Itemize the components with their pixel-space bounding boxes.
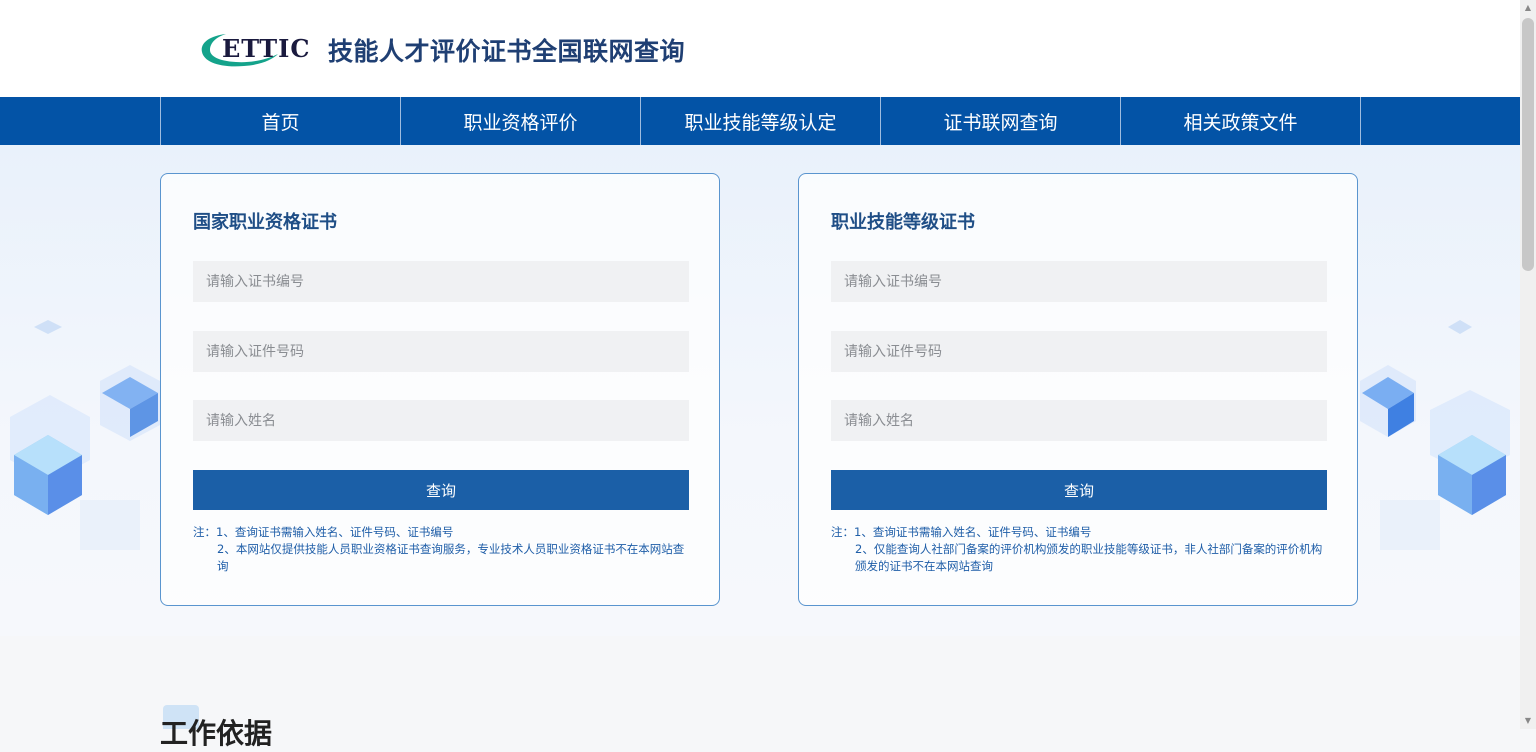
card-title: 职业技能等级证书 (831, 212, 975, 233)
id-number-input[interactable] (193, 331, 689, 372)
site-title: 技能人才评价证书全国联网查询 (328, 37, 686, 66)
query-button[interactable]: 查询 (831, 470, 1327, 510)
skill-level-card: 职业技能等级证书 查询 注：1、查询证书需输入姓名、证件号码、证书编号 2、仅能… (798, 173, 1358, 606)
certificate-number-input[interactable] (193, 261, 689, 302)
decorative-cubes-right (1360, 320, 1510, 550)
scrollbar-thumb[interactable] (1522, 18, 1534, 271)
notes: 注：1、查询证书需输入姓名、证件号码、证书编号 2、本网站仅提供技能人员职业资格… (193, 524, 693, 575)
note-2: 2、仅能查询人社部门备案的评价机构颁发的职业技能等级证书，非人社部门备案的评价机… (855, 542, 1323, 573)
logo-text: ETTIC (222, 34, 311, 63)
site-header: ETTIC 技能人才评价证书全国联网查询 (0, 0, 1520, 97)
certificate-number-input[interactable] (831, 261, 1327, 302)
nav-item-policy-documents[interactable]: 相关政策文件 (1121, 97, 1361, 145)
scroll-down-icon[interactable]: ▼ (1523, 716, 1533, 726)
card-title: 国家职业资格证书 (193, 212, 337, 233)
query-section: 国家职业资格证书 查询 注：1、查询证书需输入姓名、证件号码、证书编号 2、本网… (0, 145, 1520, 636)
id-number-input[interactable] (831, 331, 1327, 372)
section-title: 工作依据 (160, 717, 273, 750)
notes: 注：1、查询证书需输入姓名、证件号码、证书编号 2、仅能查询人社部门备案的评价机… (831, 524, 1331, 575)
site-logo[interactable]: ETTIC 技能人才评价证书全国联网查询 (200, 30, 685, 70)
query-button[interactable]: 查询 (193, 470, 689, 510)
scroll-up-icon[interactable]: ▲ (1523, 3, 1533, 13)
name-input[interactable] (831, 400, 1327, 441)
national-qualification-card: 国家职业资格证书 查询 注：1、查询证书需输入姓名、证件号码、证书编号 2、本网… (160, 173, 720, 606)
note-1: 注：1、查询证书需输入姓名、证件号码、证书编号 (193, 525, 454, 539)
nav-item-home[interactable]: 首页 (161, 97, 401, 145)
decorative-cubes-left (10, 320, 160, 550)
nav-item-skill-level-certification[interactable]: 职业技能等级认定 (641, 97, 881, 145)
note-1: 注：1、查询证书需输入姓名、证件号码、证书编号 (831, 525, 1092, 539)
name-input[interactable] (193, 400, 689, 441)
ettic-logo-icon: ETTIC (200, 30, 318, 70)
main-nav: 首页 职业资格评价 职业技能等级认定 证书联网查询 相关政策文件 (0, 97, 1520, 145)
note-2: 2、本网站仅提供技能人员职业资格证书查询服务，专业技术人员职业资格证书不在本网站… (217, 542, 685, 573)
nav-item-certificate-query[interactable]: 证书联网查询 (881, 97, 1121, 145)
nav-item-qualification-evaluation[interactable]: 职业资格评价 (401, 97, 641, 145)
